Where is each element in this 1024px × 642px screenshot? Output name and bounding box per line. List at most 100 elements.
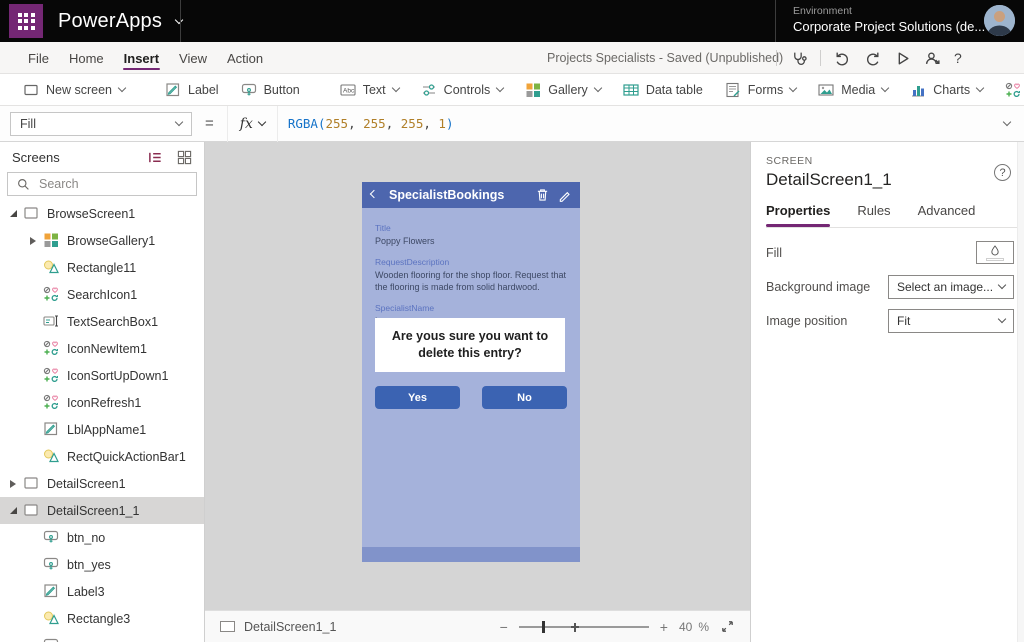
- thumbnail-view-icon[interactable]: [177, 150, 192, 165]
- menu-item-insert[interactable]: Insert: [114, 42, 169, 74]
- zoom-slider[interactable]: [519, 619, 649, 635]
- fx-label: fx: [240, 116, 253, 132]
- ribbon-item-label: Controls: [444, 83, 491, 97]
- tree-item-detailscreen1_1[interactable]: DetailScreen1_1: [0, 497, 204, 524]
- tab-advanced[interactable]: Advanced: [918, 203, 976, 227]
- image-position-dropdown[interactable]: Fit: [888, 309, 1014, 333]
- undo-icon[interactable]: [834, 50, 851, 67]
- tree-view-icon[interactable]: [148, 150, 163, 165]
- button-icon: [241, 82, 257, 98]
- formula-expand-chevron-icon[interactable]: [1003, 118, 1011, 126]
- zoom-in-icon[interactable]: +: [660, 620, 668, 634]
- ribbon-item-data-table[interactable]: Data table: [612, 74, 714, 106]
- waffle-menu-icon[interactable]: [9, 4, 43, 38]
- fullscreen-icon[interactable]: [720, 619, 735, 634]
- menu-item-view[interactable]: View: [169, 42, 217, 74]
- ribbon-item-gallery[interactable]: Gallery: [514, 74, 612, 106]
- phone-field-value[interactable]: Wooden flooring for the shop floor. Requ…: [375, 269, 567, 294]
- tab-rules[interactable]: Rules: [857, 203, 890, 227]
- phone-field-label[interactable]: SpecialistName: [375, 303, 567, 313]
- app-checker-icon[interactable]: [790, 50, 807, 67]
- help-icon[interactable]: ?: [954, 50, 962, 66]
- controls-icon: [421, 82, 437, 98]
- ribbon-item-media[interactable]: Media: [807, 74, 899, 106]
- tree-item-rectangle11[interactable]: Rectangle11: [0, 254, 204, 281]
- fx-button[interactable]: fx: [227, 106, 278, 142]
- ribbon-item-icons[interactable]: Icons: [994, 74, 1024, 106]
- menu-item-file[interactable]: File: [18, 42, 59, 74]
- tree-item-browsescreen1[interactable]: BrowseScreen1: [0, 200, 204, 227]
- tree-item-browsegallery1[interactable]: BrowseGallery1: [0, 227, 204, 254]
- no-button[interactable]: No: [482, 386, 567, 409]
- design-surface[interactable]: SpecialistBookings Title Poppy Flowers Req…: [205, 142, 750, 610]
- phone-header-title[interactable]: SpecialistBookings: [389, 188, 527, 202]
- phone-field-value[interactable]: Poppy Flowers: [375, 235, 567, 248]
- ribbon-item-label: New screen: [46, 83, 112, 97]
- fill-color-button[interactable]: [976, 241, 1014, 264]
- ribbon-item-charts[interactable]: Charts: [899, 74, 994, 106]
- properties-tabs: Properties Rules Advanced: [766, 203, 1024, 228]
- phone-footer-bar[interactable]: [362, 547, 580, 562]
- current-screen-name[interactable]: DetailScreen1_1: [244, 620, 336, 634]
- tree-item-iconnewitem1[interactable]: IconNewItem1: [0, 335, 204, 362]
- expander-icon[interactable]: [6, 210, 20, 217]
- redo-icon[interactable]: [864, 50, 881, 67]
- ribbon-item-button[interactable]: Button: [230, 74, 311, 106]
- tree-item-rectangle3[interactable]: Rectangle3: [0, 605, 204, 632]
- tree-item-iconsortupdown1[interactable]: IconSortUpDown1: [0, 362, 204, 389]
- chevron-down-icon: [976, 84, 984, 92]
- zoom-slider-track[interactable]: [519, 626, 649, 628]
- environment-selector[interactable]: Environment Corporate Project Solutions …: [793, 5, 985, 34]
- phone-header-bar[interactable]: SpecialistBookings: [362, 182, 580, 208]
- panel-scrollbar[interactable]: [1017, 142, 1024, 642]
- ribbon-item-new-screen[interactable]: New screen: [12, 74, 136, 106]
- phone-field-label[interactable]: Title: [375, 223, 567, 233]
- app-title[interactable]: PowerApps: [58, 10, 182, 33]
- formula-input[interactable]: RGBA(255, 255, 255, 1): [288, 116, 1004, 131]
- ribbon-item-controls[interactable]: Controls: [410, 74, 515, 106]
- ribbon-item-label[interactable]: Label: [154, 74, 230, 106]
- iconset-icon: [43, 394, 60, 411]
- avatar[interactable]: [984, 5, 1015, 36]
- expander-icon[interactable]: [6, 480, 20, 488]
- ribbon-item-forms[interactable]: Forms: [714, 74, 807, 106]
- tree-item-lblappname1[interactable]: LblAppName1: [0, 416, 204, 443]
- tab-properties[interactable]: Properties: [766, 203, 830, 227]
- background-image-value: Select an image...: [897, 280, 993, 294]
- zoom-level-unit: %: [698, 620, 709, 634]
- ribbon-item-label: Forms: [748, 83, 783, 97]
- expander-icon[interactable]: [6, 507, 20, 514]
- property-selector[interactable]: Fill: [10, 112, 192, 136]
- tree-item-iconrefresh1[interactable]: IconRefresh1: [0, 389, 204, 416]
- tree-item-rectquickactionbar1[interactable]: RectQuickActionBar1: [0, 443, 204, 470]
- tree-item-searchicon1[interactable]: SearchIcon1: [0, 281, 204, 308]
- panel-help-icon[interactable]: ?: [994, 164, 1011, 181]
- delete-confirmation-dialog[interactable]: Are yous sure you want to delete this en…: [375, 318, 565, 372]
- formula-bar: Fill = fx RGBA(255, 255, 255, 1): [0, 106, 1024, 142]
- tree-item-detailscreen1[interactable]: DetailScreen1: [0, 470, 204, 497]
- tree-item-partial[interactable]: [0, 632, 204, 642]
- search-input[interactable]: Search: [7, 172, 197, 196]
- play-icon[interactable]: [894, 50, 911, 67]
- formula-token: ): [446, 116, 454, 131]
- tree-item-btn_no[interactable]: btn_no: [0, 524, 204, 551]
- back-icon[interactable]: [370, 189, 378, 197]
- share-person-icon[interactable]: [924, 50, 941, 67]
- menu-item-home[interactable]: Home: [59, 42, 114, 74]
- tree-item-btn_yes[interactable]: btn_yes: [0, 551, 204, 578]
- ribbon-item-text[interactable]: AbcText: [329, 74, 410, 106]
- zoom-slider-handle[interactable]: [542, 621, 545, 633]
- tree-item-textsearchbox1[interactable]: TextSearchBox1: [0, 308, 204, 335]
- background-image-dropdown[interactable]: Select an image...: [888, 275, 1014, 299]
- menu-item-action[interactable]: Action: [217, 42, 273, 74]
- edit-pencil-icon[interactable]: [558, 189, 571, 202]
- phone-screen-preview[interactable]: SpecialistBookings Title Poppy Flowers Req…: [362, 182, 580, 562]
- tree-item-label3[interactable]: Label3: [0, 578, 204, 605]
- yes-button[interactable]: Yes: [375, 386, 460, 409]
- zoom-out-icon[interactable]: −: [500, 620, 508, 634]
- zoom-level-value: 40: [679, 620, 692, 634]
- phone-field-label[interactable]: RequestDescription: [375, 257, 567, 267]
- expander-icon[interactable]: [26, 237, 40, 245]
- chevron-down-icon: [998, 315, 1006, 323]
- trash-icon[interactable]: [536, 188, 549, 202]
